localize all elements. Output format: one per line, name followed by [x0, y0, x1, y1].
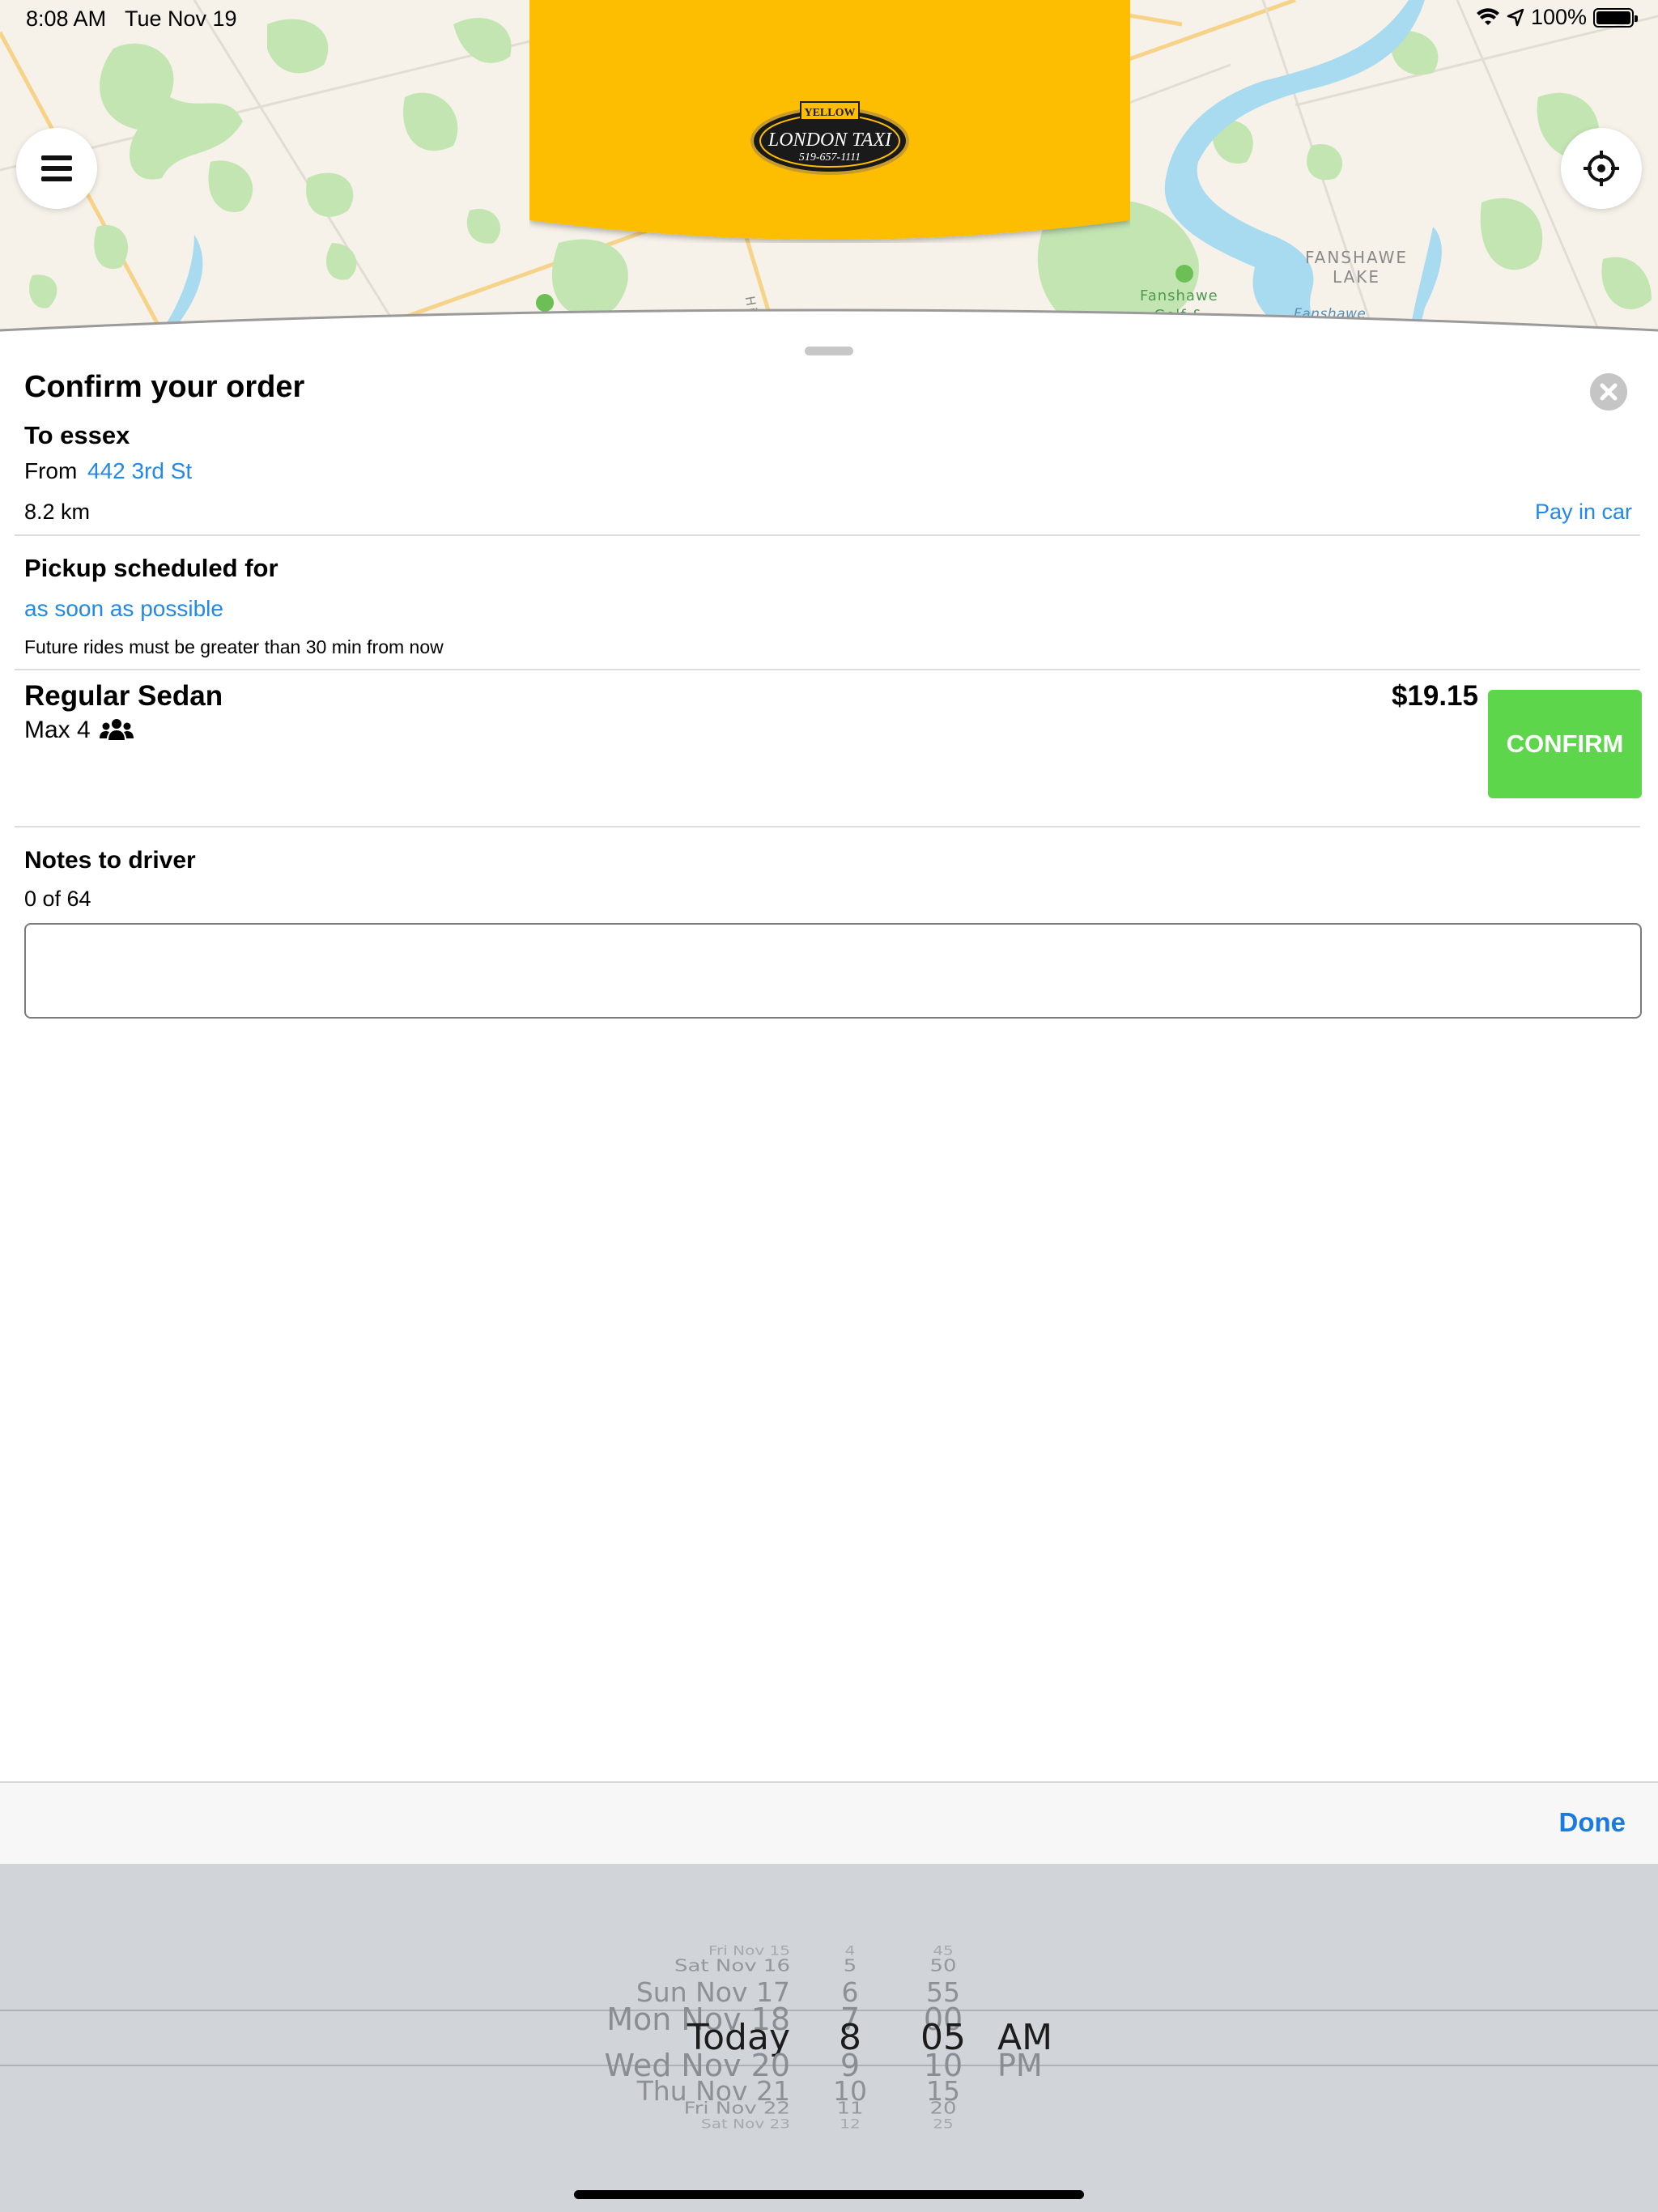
pickup-note: Future rides must be greater than 30 min…: [24, 636, 444, 657]
picker-date-column[interactable]: Fri Nov 15 Sat Nov 16 Sun Nov 17 Mon Nov 18…: [0, 1864, 801, 2212]
logo-phone-text: 519-657-1111: [799, 151, 861, 164]
picker-option[interactable]: 12: [801, 2116, 899, 2131]
divider: [15, 669, 1640, 670]
payment-method-link[interactable]: Pay in car: [1535, 500, 1632, 525]
picker-option[interactable]: PM: [997, 2048, 1043, 2083]
status-time: 8:08 AM: [26, 6, 107, 31]
wifi-icon: [1476, 7, 1499, 25]
logo-name-text: LONDON TAXI: [767, 130, 892, 151]
battery-percent: 100%: [1530, 5, 1587, 29]
picker-option[interactable]: Sat Nov 23: [701, 2116, 790, 2131]
origin-label: From: [24, 458, 78, 483]
status-date: Tue Nov 19: [125, 6, 237, 31]
logo-top-text: YELLOW: [804, 107, 855, 119]
vehicle-capacity-text: Max 4: [24, 717, 91, 743]
picker-option[interactable]: 25: [891, 2116, 996, 2131]
close-icon: [1600, 383, 1618, 401]
passengers-icon: [99, 719, 134, 740]
origin-address-link[interactable]: 442 3rd St: [87, 458, 192, 484]
london-taxi-logo: YELLOW LONDON TAXI 519-657-1111: [750, 101, 909, 175]
location-arrow-icon: [1507, 8, 1524, 26]
page-title: Confirm your order: [24, 370, 305, 404]
picker-period-column[interactable]: AM PM: [988, 1864, 1085, 2212]
close-button[interactable]: [1590, 373, 1627, 410]
sheet-grabber[interactable]: [805, 347, 853, 355]
hamburger-icon: [41, 155, 72, 181]
vehicle-name: Regular Sedan: [24, 680, 223, 712]
crosshair-icon: [1584, 151, 1619, 186]
divider: [15, 534, 1640, 536]
destination: To essex: [24, 421, 130, 449]
menu-button[interactable]: [16, 128, 97, 209]
date-time-picker[interactable]: Fri Nov 15 Sat Nov 16 Sun Nov 17 Mon Nov 18…: [0, 1864, 1658, 2212]
status-bar: 8:08 AM Tue Nov 19 100%: [0, 0, 1658, 37]
picker-option[interactable]: 50: [891, 1956, 996, 1976]
recenter-location-button[interactable]: [1561, 128, 1642, 209]
status-indicators: 100%: [1476, 5, 1638, 30]
notes-input[interactable]: [24, 923, 1642, 1019]
picker-minute-column[interactable]: 45 50 55 00 05 10 15 20 25: [891, 1864, 996, 2212]
battery-icon: [1593, 7, 1638, 28]
trip-distance: 8.2 km: [24, 500, 91, 524]
picker-option[interactable]: 5: [801, 1956, 899, 1976]
picker-toolbar: Done: [0, 1781, 1658, 1864]
done-button[interactable]: Done: [1559, 1807, 1626, 1838]
notes-character-count: 0 of 64: [24, 887, 91, 911]
home-indicator[interactable]: [574, 2190, 1084, 2199]
confirm-button[interactable]: CONFIRM: [1488, 690, 1642, 798]
picker-hour-column[interactable]: 4 5 6 7 8 9 10 11 12: [801, 1864, 899, 2212]
fare-price: $19.15: [1391, 680, 1478, 712]
vehicle-capacity: Max 4: [24, 717, 134, 744]
pickup-title: Pickup scheduled for: [24, 554, 278, 582]
pickup-time-link[interactable]: as soon as possible: [24, 596, 223, 622]
picker-option[interactable]: Sat Nov 16: [674, 1956, 790, 1976]
divider: [15, 826, 1640, 827]
notes-title: Notes to driver: [24, 847, 196, 874]
